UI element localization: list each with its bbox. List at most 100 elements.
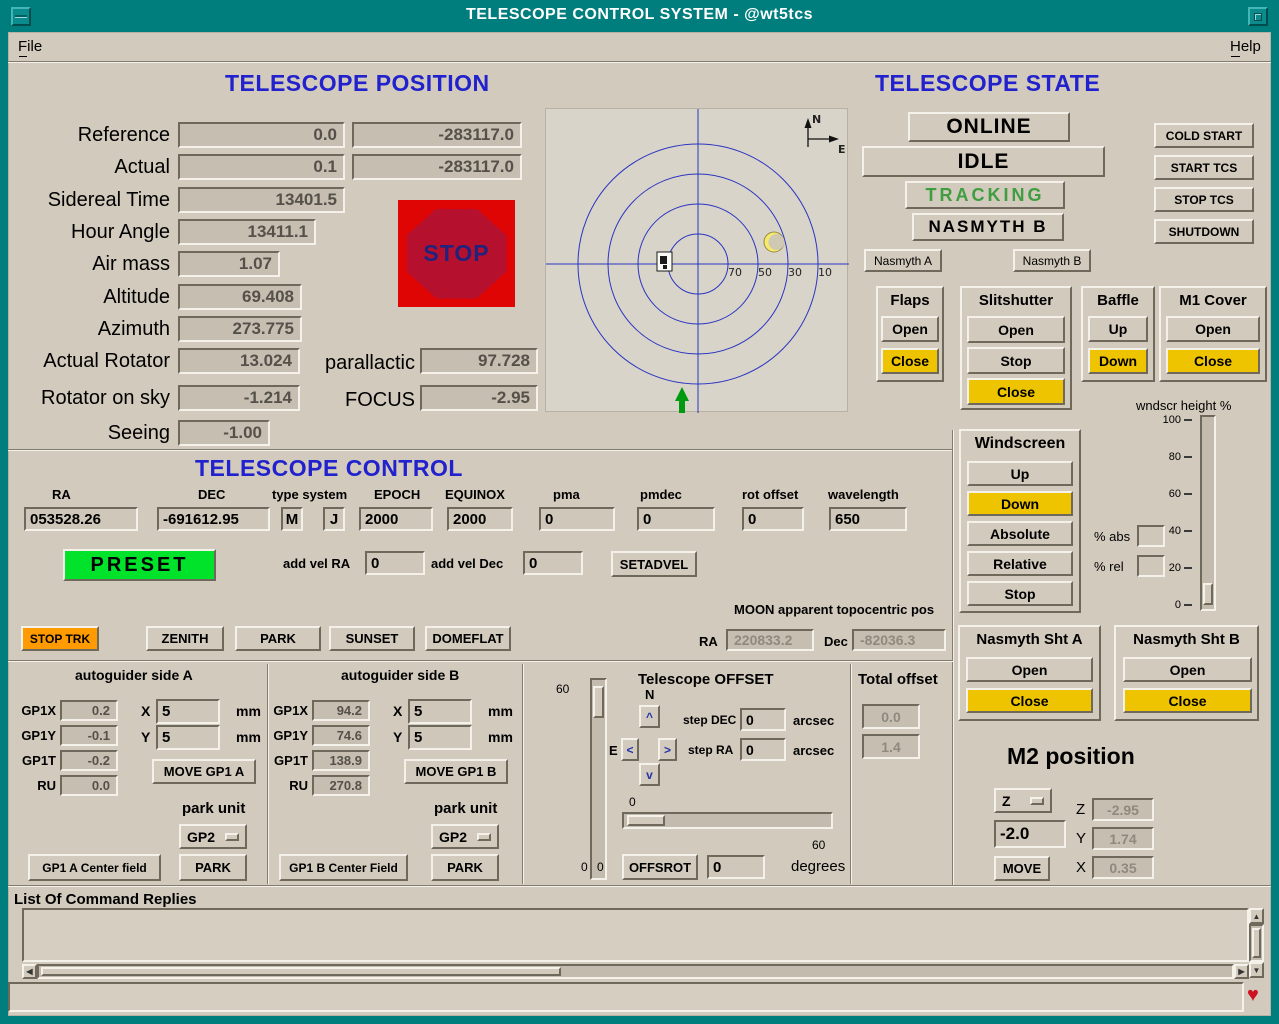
baffle-down-button[interactable]: Down bbox=[1088, 348, 1148, 374]
azimuth-label: Azimuth bbox=[5, 318, 170, 341]
percent-rel-input[interactable] bbox=[1137, 555, 1165, 577]
window-maximize-button[interactable] bbox=[1248, 7, 1268, 26]
y-input-b[interactable] bbox=[408, 725, 472, 750]
setadvel-button[interactable]: SETADVEL bbox=[611, 551, 697, 577]
move-gp1-b-button[interactable]: MOVE GP1 B bbox=[404, 759, 508, 784]
replies-vertical-scrollbar[interactable] bbox=[1249, 924, 1264, 962]
epoch-input[interactable] bbox=[359, 507, 433, 531]
offset-vslider-thumb[interactable] bbox=[593, 686, 604, 718]
slitshutter-close-button[interactable]: Close bbox=[967, 378, 1065, 405]
coordinate-system-input[interactable] bbox=[323, 507, 345, 531]
windscreen-relative-button[interactable]: Relative bbox=[967, 551, 1073, 576]
m2-axis-select[interactable]: Z bbox=[994, 788, 1052, 813]
moon-position-title: MOON apparent topocentric pos bbox=[734, 602, 934, 617]
ra-input[interactable] bbox=[24, 507, 138, 531]
offset-vertical-slider[interactable] bbox=[590, 678, 607, 880]
stop-tcs-button[interactable]: STOP TCS bbox=[1154, 187, 1254, 212]
gp1y-label-b: GP1Y bbox=[266, 728, 308, 743]
m2-target-input[interactable] bbox=[994, 820, 1066, 848]
slitshutter-stop-button[interactable]: Stop bbox=[967, 347, 1065, 374]
preset-button[interactable]: PRESET bbox=[63, 549, 216, 581]
m2-move-button[interactable]: MOVE bbox=[994, 856, 1050, 881]
emergency-stop-button[interactable]: STOP bbox=[398, 200, 515, 307]
x-input-b[interactable] bbox=[408, 699, 472, 724]
windscreen-down-button[interactable]: Down bbox=[967, 491, 1073, 516]
offsrot-button[interactable]: OFFSROT bbox=[622, 854, 698, 880]
menu-file[interactable]: File bbox=[18, 38, 42, 55]
park-unit-select-b[interactable]: GP2 bbox=[431, 824, 499, 849]
offset-down-button[interactable]: v bbox=[639, 763, 660, 786]
wavelength-input[interactable] bbox=[829, 507, 907, 531]
ru-label-b: RU bbox=[266, 778, 308, 793]
m1-cover-close-button[interactable]: Close bbox=[1166, 348, 1260, 374]
replies-scroll-left-button[interactable]: ◀ bbox=[22, 964, 37, 979]
replies-scroll-right-button[interactable]: ▶ bbox=[1234, 964, 1249, 979]
scale-value: 40 bbox=[1169, 525, 1181, 537]
hour-angle-value: 13411.1 bbox=[178, 219, 316, 245]
command-input[interactable] bbox=[8, 982, 1244, 1012]
coordinate-type-input[interactable] bbox=[281, 507, 303, 531]
sunset-button[interactable]: SUNSET bbox=[329, 626, 415, 651]
nasmyth-b-open-button[interactable]: Open bbox=[1123, 657, 1252, 682]
flaps-open-button[interactable]: Open bbox=[881, 316, 939, 342]
dec-input[interactable] bbox=[157, 507, 270, 531]
windscreen-slider-thumb[interactable] bbox=[1203, 583, 1213, 605]
nasmyth-b-button[interactable]: Nasmyth B bbox=[1013, 249, 1091, 272]
shutdown-button[interactable]: SHUTDOWN bbox=[1154, 219, 1254, 244]
m1-cover-open-button[interactable]: Open bbox=[1166, 316, 1260, 342]
menu-help[interactable]: Help bbox=[1230, 38, 1261, 55]
equinox-input[interactable] bbox=[447, 507, 513, 531]
start-tcs-button[interactable]: START TCS bbox=[1154, 155, 1254, 180]
baffle-up-button[interactable]: Up bbox=[1088, 316, 1148, 342]
y-input-a[interactable] bbox=[156, 725, 220, 750]
state-tracking: TRACKING bbox=[905, 181, 1065, 209]
meridian-arrow-icon bbox=[675, 387, 689, 413]
replies-horizontal-scrollbar[interactable] bbox=[37, 964, 1234, 979]
park-unit-select-a[interactable]: GP2 bbox=[179, 824, 247, 849]
pma-input[interactable] bbox=[539, 507, 615, 531]
windscreen-up-button[interactable]: Up bbox=[967, 461, 1073, 486]
offset-left-button[interactable]: < bbox=[621, 738, 639, 761]
slitshutter-open-button[interactable]: Open bbox=[967, 316, 1065, 343]
sky-alt-label-30: 30 bbox=[788, 266, 802, 279]
window-title: TELESCOPE CONTROL SYSTEM - @wt5tcs bbox=[0, 6, 1279, 24]
offset-right-button[interactable]: > bbox=[658, 738, 677, 761]
replies-hscroll-thumb[interactable] bbox=[41, 967, 561, 976]
offsrot-input[interactable] bbox=[707, 855, 765, 879]
offset-hslider-thumb[interactable] bbox=[627, 815, 665, 826]
baffle-panel: Baffle Up Down bbox=[1081, 286, 1155, 382]
step-dec-input[interactable] bbox=[740, 708, 786, 731]
rot-offset-input[interactable] bbox=[742, 507, 804, 531]
replies-scroll-down-button[interactable]: ▼ bbox=[1249, 962, 1264, 978]
domeflat-button[interactable]: DOMEFLAT bbox=[425, 626, 511, 651]
command-replies-list[interactable] bbox=[22, 908, 1249, 962]
park-button[interactable]: PARK bbox=[235, 626, 321, 651]
windscreen-stop-button[interactable]: Stop bbox=[967, 581, 1073, 606]
pmdec-input[interactable] bbox=[637, 507, 715, 531]
replies-scroll-up-button[interactable]: ▲ bbox=[1249, 908, 1264, 924]
replies-vscroll-thumb[interactable] bbox=[1252, 928, 1261, 958]
windscreen-absolute-button[interactable]: Absolute bbox=[967, 521, 1073, 546]
nasmyth-a-close-button[interactable]: Close bbox=[966, 688, 1093, 713]
offset-up-button[interactable]: ^ bbox=[639, 705, 660, 728]
windscreen-height-slider[interactable] bbox=[1200, 415, 1216, 611]
nasmyth-a-button[interactable]: Nasmyth A bbox=[864, 249, 942, 272]
move-gp1-a-button[interactable]: MOVE GP1 A bbox=[152, 759, 256, 784]
percent-abs-input[interactable] bbox=[1137, 525, 1165, 547]
stop-trk-button[interactable]: STOP TRK bbox=[21, 626, 99, 651]
gp1-b-center-field-button[interactable]: GP1 B Center Field bbox=[279, 854, 408, 881]
nasmyth-a-open-button[interactable]: Open bbox=[966, 657, 1093, 682]
offset-horizontal-slider[interactable] bbox=[622, 812, 833, 829]
nasmyth-b-close-button[interactable]: Close bbox=[1123, 688, 1252, 713]
park-button-a[interactable]: PARK bbox=[179, 854, 247, 881]
add-vel-dec-input[interactable] bbox=[523, 551, 583, 575]
gp1-a-center-field-button[interactable]: GP1 A Center field bbox=[28, 854, 161, 881]
total-offset-value-2: 1.4 bbox=[862, 734, 920, 759]
add-vel-ra-input[interactable] bbox=[365, 551, 425, 575]
cold-start-button[interactable]: COLD START bbox=[1154, 123, 1254, 148]
x-input-a[interactable] bbox=[156, 699, 220, 724]
zenith-button[interactable]: ZENITH bbox=[146, 626, 224, 651]
step-ra-input[interactable] bbox=[740, 738, 786, 761]
flaps-close-button[interactable]: Close bbox=[881, 348, 939, 374]
park-button-b[interactable]: PARK bbox=[431, 854, 499, 881]
